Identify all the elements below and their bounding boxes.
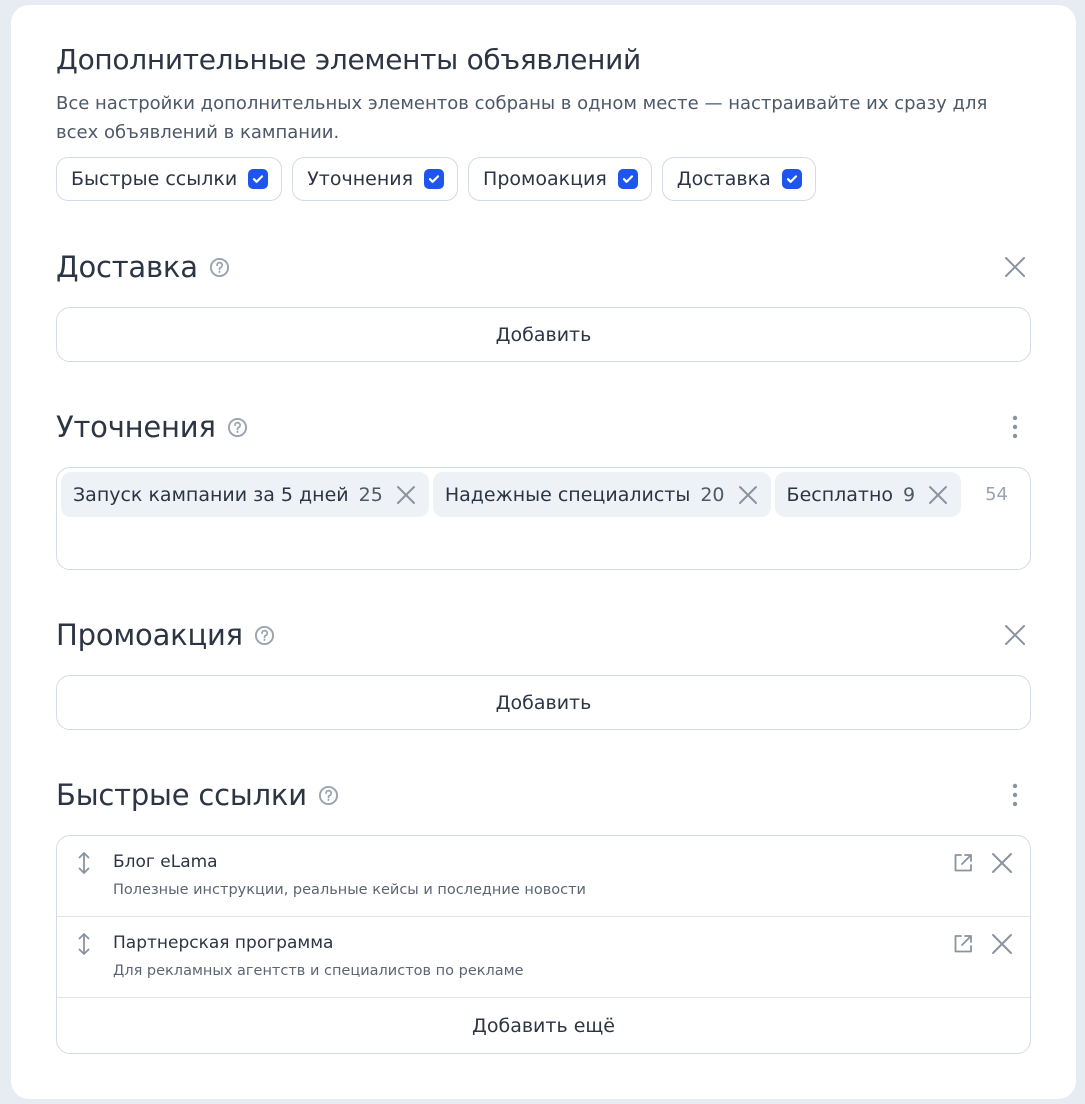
- help-icon[interactable]: [318, 784, 340, 806]
- remove-section-close-icon[interactable]: [999, 619, 1031, 651]
- callouts-tag-list: Запуск кампании за 5 дней 25 Надежные сп…: [61, 472, 962, 517]
- more-menu-icon[interactable]: [999, 779, 1031, 811]
- sitelink-description: Полезные инструкции, реальные кейсы и по…: [113, 882, 586, 898]
- checkbox-checked-icon[interactable]: [617, 169, 638, 189]
- help-icon[interactable]: [227, 416, 249, 438]
- delivery-section-header: Доставка: [56, 247, 1031, 287]
- help-icon[interactable]: [254, 624, 276, 646]
- callouts-section-header: Уточнения: [56, 407, 1031, 447]
- drag-handle-icon[interactable]: [74, 931, 94, 957]
- sitelinks-section-title: Быстрые ссылки: [56, 778, 307, 812]
- page-description: Все настройки дополнительных элементов с…: [56, 93, 988, 143]
- chip-callouts[interactable]: Уточнения: [292, 157, 459, 201]
- close-icon[interactable]: [395, 484, 417, 506]
- chip-promo[interactable]: Промоакция: [468, 157, 652, 201]
- callout-tag-text: Запуск кампании за 5 дней: [73, 483, 349, 506]
- sitelinks-add-more-button[interactable]: Добавить ещё: [57, 998, 1030, 1053]
- callout-tag-length: 25: [358, 483, 383, 506]
- extensions-card: Дополнительные элементы объявлений Все н…: [11, 5, 1076, 1099]
- chip-label: Быстрые ссылки: [71, 168, 238, 190]
- checkbox-checked-icon[interactable]: [781, 169, 802, 189]
- sitelinks-list: Блог eLama Полезные инструкции, реальные…: [56, 835, 1031, 1054]
- sitelink-description: Для рекламных агентств и специалистов по…: [113, 963, 524, 979]
- external-link-icon[interactable]: [952, 852, 974, 874]
- drag-handle-icon[interactable]: [74, 850, 94, 876]
- more-menu-icon[interactable]: [999, 411, 1031, 443]
- callouts-tag-input[interactable]: Запуск кампании за 5 дней 25 Надежные сп…: [56, 467, 1031, 570]
- chip-label: Доставка: [676, 168, 771, 190]
- sitelink-row[interactable]: Партнерская программа Для рекламных аген…: [57, 917, 1030, 998]
- callout-tag-text: Надежные специалисты: [444, 483, 691, 506]
- chip-label: Уточнения: [307, 168, 414, 190]
- callouts-section-title: Уточнения: [56, 410, 216, 444]
- checkbox-checked-icon[interactable]: [424, 169, 445, 189]
- chip-delivery[interactable]: Доставка: [661, 157, 816, 201]
- delivery-section-title: Доставка: [56, 250, 198, 284]
- sitelink-title: Партнерская программа: [113, 933, 334, 953]
- callout-tag: Запуск кампании за 5 дней 25: [61, 472, 429, 517]
- close-icon[interactable]: [927, 484, 949, 506]
- sitelinks-section-header: Быстрые ссылки: [56, 775, 1031, 815]
- sitelink-row[interactable]: Блог eLama Полезные инструкции, реальные…: [57, 836, 1030, 917]
- callout-tag: Надежные специалисты 20: [432, 472, 771, 517]
- close-icon[interactable]: [737, 484, 759, 506]
- promo-add-button[interactable]: Добавить: [56, 675, 1031, 730]
- promo-section-title: Промоакция: [56, 618, 243, 652]
- chip-label: Промоакция: [483, 168, 607, 190]
- help-icon[interactable]: [209, 256, 231, 278]
- delivery-add-button[interactable]: Добавить: [56, 307, 1031, 362]
- checkbox-checked-icon[interactable]: [248, 169, 269, 189]
- close-icon[interactable]: [990, 851, 1014, 875]
- close-icon[interactable]: [990, 932, 1014, 956]
- element-filter-chips: Быстрые ссылки Уточнения Промоакция Дост…: [56, 157, 816, 201]
- promo-section-header: Промоакция: [56, 615, 1031, 655]
- callout-tag-length: 9: [903, 483, 916, 506]
- remove-section-close-icon[interactable]: [999, 251, 1031, 283]
- callout-tag-text: Бесплатно: [786, 483, 894, 506]
- page-title: Дополнительные элементы объявлений: [56, 43, 641, 76]
- sitelink-title: Блог eLama: [113, 852, 218, 872]
- callouts-total-length: 54: [985, 484, 1008, 505]
- external-link-icon[interactable]: [952, 933, 974, 955]
- callout-tag-length: 20: [700, 483, 725, 506]
- chip-sitelinks[interactable]: Быстрые ссылки: [56, 157, 283, 201]
- callout-tag: Бесплатно 9: [774, 472, 962, 517]
